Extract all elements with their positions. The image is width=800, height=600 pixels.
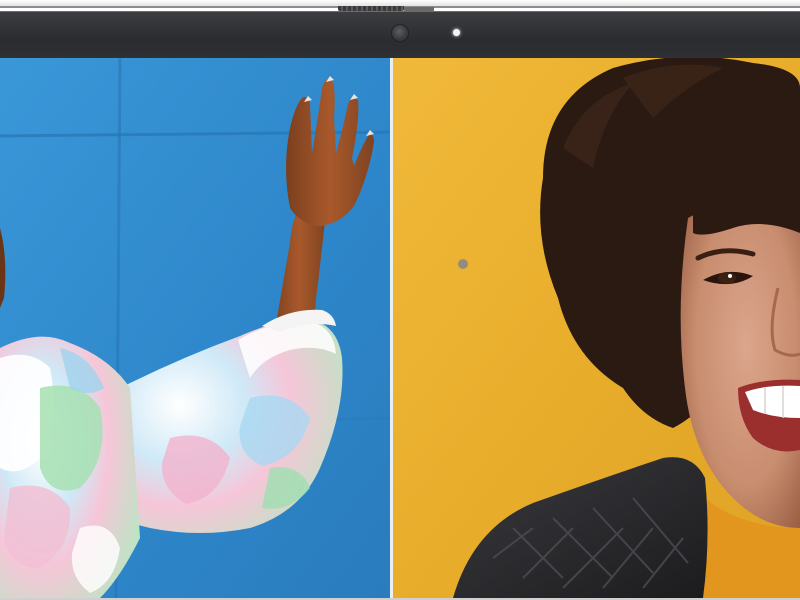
webcam-icon [392,25,408,41]
video-tile-left[interactable] [0,58,390,598]
video-frame-left [0,58,390,598]
screen [0,58,800,598]
video-tile-right[interactable] [393,58,800,598]
video-frame-right [393,58,800,598]
camera-indicator-light [453,29,460,36]
